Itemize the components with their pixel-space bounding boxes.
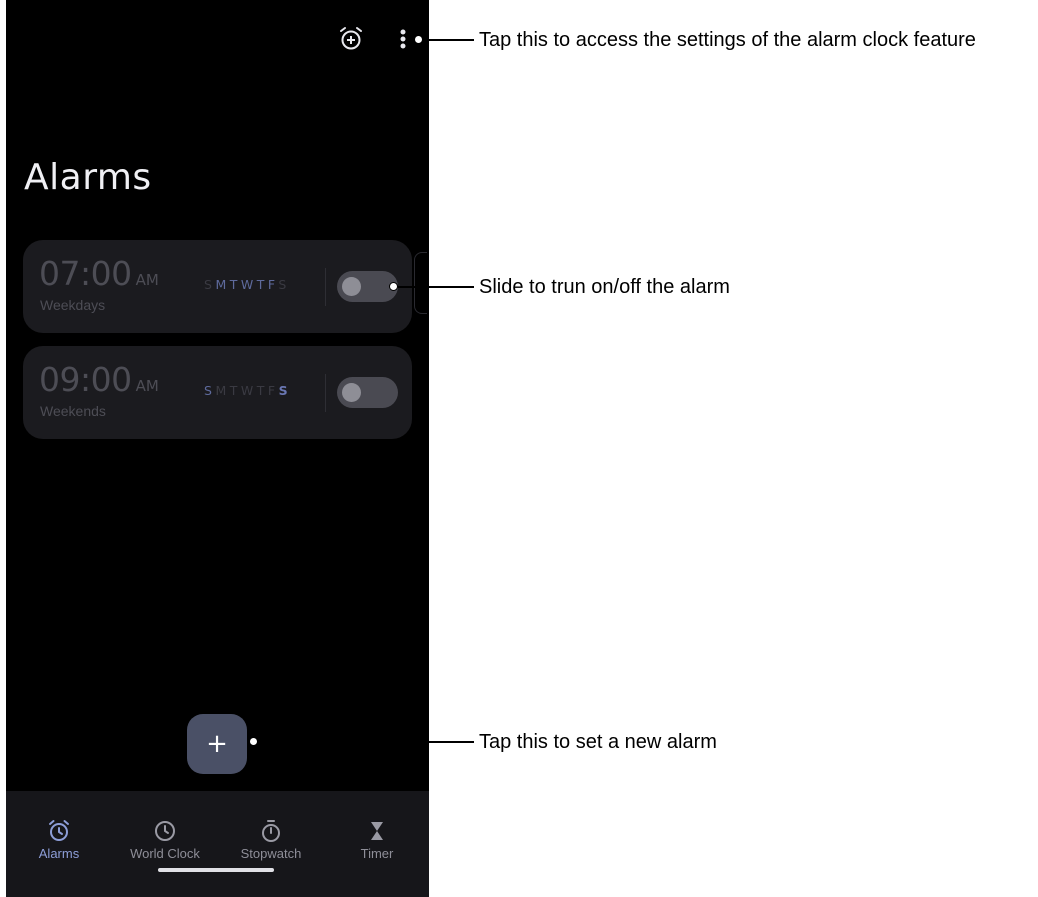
alarm-ampm: AM	[135, 271, 159, 289]
nav-label: Timer	[360, 846, 394, 861]
page-title: Alarms	[24, 157, 152, 198]
add-alarm-button[interactable]: +	[187, 714, 247, 774]
day-thu: T	[256, 383, 268, 398]
callout-dot	[389, 282, 398, 291]
callout-toggle: Slide to trun on/off the alarm	[479, 276, 730, 298]
day-sun: S	[204, 383, 216, 398]
callout-settings: Tap this to access the settings of the a…	[479, 29, 976, 51]
nav-item-timer[interactable]: Timer	[324, 791, 429, 871]
nav-label: Alarms	[38, 846, 80, 861]
nav-item-world-clock[interactable]: World Clock	[112, 791, 218, 871]
day-mon: M	[215, 383, 230, 398]
alarm-card[interactable]: 09:00 AM Weekends SMTWTFS	[23, 346, 412, 439]
day-mon: M	[215, 277, 230, 292]
swipe-edge	[414, 252, 427, 314]
clock-icon	[155, 821, 175, 841]
callout-dot	[414, 35, 423, 44]
phone-screen: Alarms 07:00 AM Weekdays SMTWTFS 09:00 AM …	[6, 0, 429, 897]
alarm-card[interactable]: 07:00 AM Weekdays SMTWTFS	[23, 240, 412, 333]
day-fri: F	[267, 383, 279, 398]
alarm-ampm: AM	[135, 377, 159, 395]
callout-line	[423, 39, 474, 41]
alarm-label: Weekends	[40, 403, 106, 419]
toggle-knob[interactable]	[342, 277, 361, 296]
card-divider	[325, 268, 326, 306]
day-sat: S	[278, 383, 292, 398]
nav-item-alarms[interactable]: Alarms	[6, 791, 112, 871]
day-sat: S	[278, 277, 290, 292]
stopwatch-icon	[262, 820, 280, 842]
bottom-nav: Alarms World Clock Stopwatch Timer	[6, 791, 429, 897]
day-tue: T	[229, 383, 241, 398]
card-divider	[325, 374, 326, 412]
alarm-time: 09:00 AM	[39, 360, 159, 399]
alarm-add-icon[interactable]	[338, 26, 364, 52]
day-wed: W	[240, 383, 257, 398]
alarm-label: Weekdays	[40, 297, 106, 313]
toggle-knob[interactable]	[342, 383, 361, 402]
day-tue: T	[229, 277, 241, 292]
repeat-days: SMTWTFS	[204, 383, 291, 398]
hourglass-icon	[371, 822, 383, 840]
callout-line	[398, 286, 474, 288]
alarm-icon	[49, 820, 69, 841]
more-vertical-icon[interactable]	[396, 26, 410, 52]
alarm-toggle[interactable]	[337, 377, 398, 408]
callout-line	[258, 741, 474, 743]
home-indicator[interactable]	[158, 868, 274, 872]
callout-add: Tap this to set a new alarm	[479, 731, 717, 753]
nav-label: Stopwatch	[240, 846, 302, 861]
day-fri: F	[267, 277, 279, 292]
nav-item-stopwatch[interactable]: Stopwatch	[218, 791, 324, 871]
day-thu: T	[256, 277, 268, 292]
day-wed: W	[240, 277, 257, 292]
alarm-time: 07:00 AM	[39, 254, 159, 293]
day-sun: S	[204, 277, 216, 292]
nav-label: World Clock	[130, 846, 200, 861]
repeat-days: SMTWTFS	[204, 277, 290, 292]
callout-dot	[249, 737, 258, 746]
